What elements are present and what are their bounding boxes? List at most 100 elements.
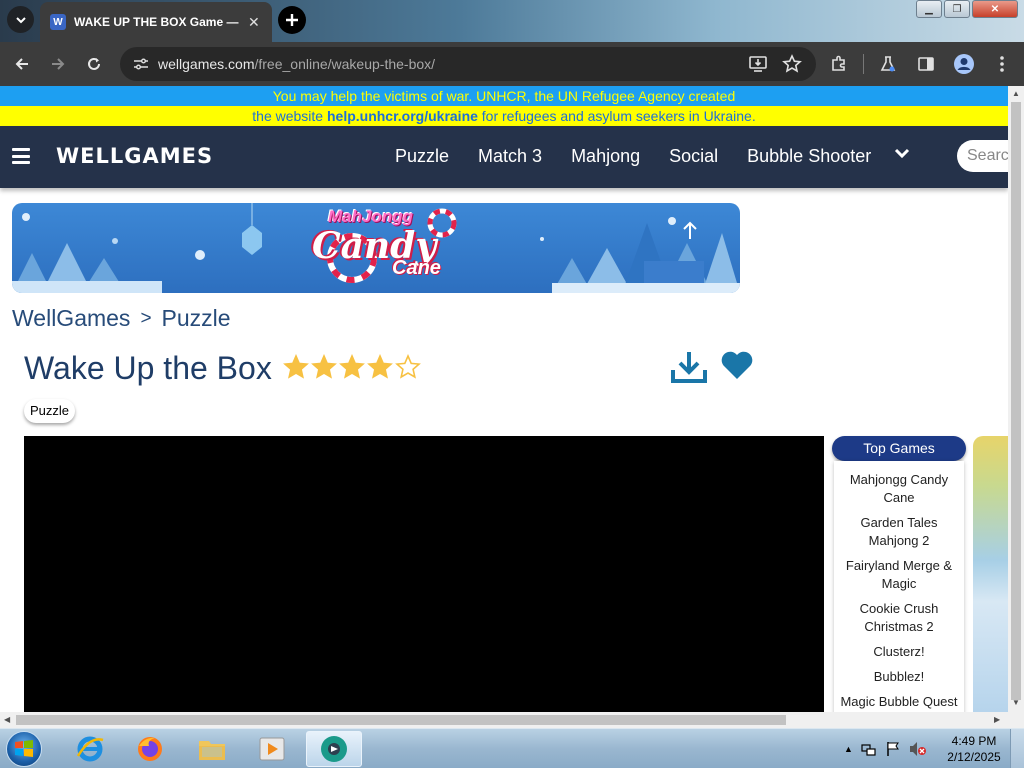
taskbar-media-player[interactable]: [244, 731, 300, 767]
top-game-item[interactable]: Bubblez!: [834, 668, 964, 693]
unhcr-link[interactable]: help.unhcr.org/ukraine: [327, 108, 478, 124]
top-game-item[interactable]: Magic Bubble Quest: [834, 693, 964, 712]
vertical-scroll-thumb[interactable]: [1011, 102, 1021, 700]
scroll-up-arrow-icon[interactable]: ▲: [1012, 89, 1020, 98]
page-viewport: You may help the victims of war. UNHCR, …: [0, 86, 1008, 712]
scroll-right-arrow-icon[interactable]: ▶: [994, 715, 1000, 724]
site-logo[interactable]: WELLGAMES: [56, 144, 213, 168]
unhcr-banner-line1: You may help the victims of war. UNHCR, …: [0, 86, 1008, 106]
nav-match-3[interactable]: Match 3: [478, 146, 542, 167]
new-tab-button[interactable]: [278, 6, 306, 34]
site-favicon-icon: W: [50, 14, 66, 30]
game-title: Wake Up the Box: [24, 350, 272, 386]
toolbar-separator: [863, 54, 864, 74]
top-game-item[interactable]: Mahjongg Candy Cane: [834, 471, 964, 514]
browser-app-icon: [321, 736, 347, 762]
media-player-icon: [259, 737, 285, 761]
horizontal-scroll-thumb[interactable]: [16, 715, 786, 725]
tag-puzzle[interactable]: Puzzle: [24, 399, 76, 423]
show-desktop-button[interactable]: [1010, 729, 1024, 768]
top-games-header: Top Games: [832, 436, 966, 461]
toolbar-right: [825, 50, 1016, 78]
top-game-item[interactable]: Clusterz!: [834, 643, 964, 668]
browser-tab-active[interactable]: W WAKE UP THE BOX Game — Free Online ✕: [40, 2, 272, 42]
site-search-input[interactable]: Search: [957, 140, 1008, 172]
star-filled-icon[interactable]: [339, 354, 365, 380]
folder-icon: [199, 741, 225, 760]
horizontal-scrollbar[interactable]: ◀ ▶: [0, 712, 1008, 728]
clock-time: 4:49 PM: [951, 734, 997, 748]
profile-avatar-icon[interactable]: [950, 50, 978, 78]
system-tray: ▲: [844, 733, 927, 765]
tray-expand-arrow-icon[interactable]: ▲: [844, 744, 853, 754]
extensions-icon[interactable]: [825, 50, 853, 78]
clock-date: 2/12/2025: [947, 750, 1001, 764]
rating-stars[interactable]: [283, 354, 421, 380]
tab-search-button[interactable]: [7, 6, 34, 33]
banner-suffix: for refugees and asylum seekers in Ukrai…: [477, 108, 756, 124]
game-frame[interactable]: [24, 436, 824, 712]
back-button[interactable]: [8, 50, 36, 78]
windows-logo-icon: [15, 740, 33, 757]
nav-bubble-shooter[interactable]: Bubble Shooter: [747, 146, 871, 167]
internet-explorer-icon: [76, 736, 104, 762]
breadcrumb-home[interactable]: WellGames: [12, 305, 130, 332]
minimize-button[interactable]: ▁: [916, 0, 942, 18]
labs-flask-icon[interactable]: [874, 50, 902, 78]
taskbar-clock[interactable]: 4:49 PM 2/12/2025: [946, 733, 1002, 765]
tab-title: WAKE UP THE BOX Game — Free Online: [74, 15, 242, 29]
scroll-left-arrow-icon[interactable]: ◀: [4, 715, 10, 724]
breadcrumb: WellGames > Puzzle: [12, 305, 231, 332]
windows-taskbar: ▲ 4:49 PM 2/12/2025: [0, 728, 1024, 768]
star-empty-icon[interactable]: [395, 354, 421, 380]
favorite-heart-icon[interactable]: [720, 350, 756, 384]
browser-toolbar: wellgames.com/free_online/wakeup-the-box…: [0, 42, 1024, 86]
hamburger-menu-icon[interactable]: [12, 148, 30, 164]
promo-banner-mahjongg-candy-cane[interactable]: MahJongg Candy Cane: [12, 203, 740, 293]
top-games-list: Mahjongg Candy Cane Garden Tales Mahjong…: [834, 461, 964, 712]
star-filled-icon[interactable]: [283, 354, 309, 380]
nav-mahjong[interactable]: Mahjong: [571, 146, 640, 167]
browser-tab-bar: W WAKE UP THE BOX Game — Free Online ✕ ▁…: [0, 0, 1024, 42]
nav-puzzle[interactable]: Puzzle: [395, 146, 449, 167]
browser-menu-icon[interactable]: [988, 50, 1016, 78]
vertical-scrollbar[interactable]: ▲ ▼: [1008, 86, 1024, 712]
top-game-item[interactable]: Garden Tales Mahjong 2: [834, 514, 964, 557]
main-nav: Puzzle Match 3 Mahjong Social Bubble Sho…: [395, 146, 900, 167]
network-icon[interactable]: [861, 741, 877, 757]
nav-social[interactable]: Social: [669, 146, 718, 167]
taskbar-firefox[interactable]: [122, 731, 178, 767]
install-app-icon[interactable]: [748, 54, 768, 74]
top-game-item[interactable]: Cookie Crush Christmas 2: [834, 600, 964, 643]
taskbar-file-explorer[interactable]: [184, 731, 240, 767]
side-panel-icon[interactable]: [912, 50, 940, 78]
volume-muted-icon[interactable]: [909, 741, 927, 757]
star-filled-icon[interactable]: [367, 354, 393, 380]
url-text: wellgames.com/free_online/wakeup-the-box…: [158, 56, 435, 72]
restore-button[interactable]: ❐: [944, 0, 970, 18]
arrow-left-icon: [15, 58, 28, 70]
side-game-thumbnail[interactable]: [973, 436, 1008, 712]
action-center-flag-icon[interactable]: [885, 741, 901, 757]
top-games-panel: Top Games Mahjongg Candy Cane Garden Tal…: [832, 436, 966, 712]
start-button[interactable]: [6, 731, 42, 767]
forward-button[interactable]: [44, 50, 72, 78]
address-bar[interactable]: wellgames.com/free_online/wakeup-the-box…: [120, 47, 816, 81]
scroll-down-arrow-icon[interactable]: ▼: [1012, 698, 1020, 707]
tab-close-icon[interactable]: ✕: [248, 14, 260, 31]
taskbar-internet-explorer[interactable]: [62, 731, 118, 767]
breadcrumb-category[interactable]: Puzzle: [162, 305, 231, 332]
scrollbar-corner: [1008, 712, 1024, 728]
top-game-item[interactable]: Fairyland Merge & Magic: [834, 557, 964, 600]
nav-more-chevron-icon[interactable]: [893, 146, 911, 165]
window-controls: ▁ ❐ ✕: [916, 0, 1018, 18]
star-filled-icon[interactable]: [311, 354, 337, 380]
bookmark-star-icon[interactable]: [782, 54, 802, 74]
url-path: /free_online/wakeup-the-box/: [254, 56, 436, 72]
close-window-button[interactable]: ✕: [972, 0, 1018, 18]
reload-button[interactable]: [80, 50, 108, 78]
download-icon[interactable]: [670, 350, 708, 384]
site-info-icon[interactable]: [130, 57, 152, 71]
taskbar-chrome-active[interactable]: [306, 731, 362, 767]
address-bar-actions: [748, 54, 802, 74]
